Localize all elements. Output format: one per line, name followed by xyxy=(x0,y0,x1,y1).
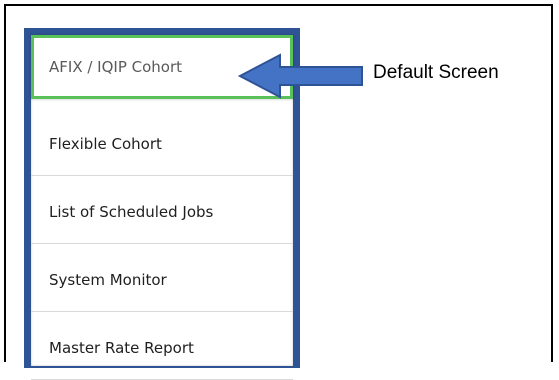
sidebar-item-list-of-scheduled-jobs[interactable]: List of Scheduled Jobs xyxy=(31,180,293,244)
sidebar-item-label: List of Scheduled Jobs xyxy=(49,202,214,221)
sidebar-item-label: Flexible Cohort xyxy=(49,134,162,153)
sidebar-item-flexible-cohort[interactable]: Flexible Cohort xyxy=(31,112,293,176)
default-screen-callout: Default Screen xyxy=(373,62,499,83)
sidebar-item-system-monitor[interactable]: System Monitor xyxy=(31,248,293,312)
sidebar-item-label: System Monitor xyxy=(49,270,167,289)
sidebar-item-master-rate-report[interactable]: Master Rate Report xyxy=(31,316,293,380)
sidebar-item-label: Master Rate Report xyxy=(49,338,194,357)
sidebar-item-label: AFIX / IQIP Cohort xyxy=(49,58,183,76)
left-arrow-icon xyxy=(238,53,363,99)
